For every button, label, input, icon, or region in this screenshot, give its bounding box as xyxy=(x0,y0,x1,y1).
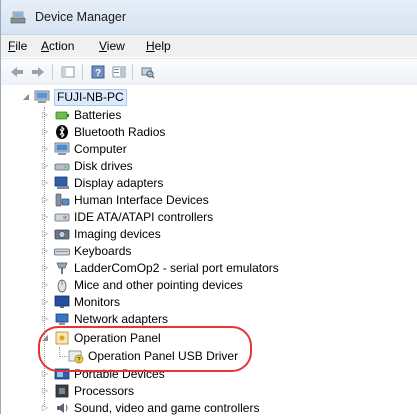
battery-icon xyxy=(55,111,69,120)
menu-file[interactable]: File xyxy=(8,39,27,53)
forward-arrow-icon[interactable] xyxy=(29,63,47,81)
network-adapter-icon xyxy=(55,313,69,325)
expand-arrow-icon[interactable]: ▷ xyxy=(40,208,50,226)
tree-item-human-interface-devices[interactable]: ▷ Human Interface Devices xyxy=(40,191,340,209)
highlight-annotation xyxy=(38,326,252,372)
tree-root[interactable]: ◢ FUJI-NB-PC xyxy=(21,88,221,106)
scan-hardware-icon[interactable] xyxy=(138,63,156,81)
tree-item-laddercomop2[interactable]: ▷ LadderComOp2 - serial port emulators xyxy=(40,259,340,277)
toolbar-separator xyxy=(82,64,83,80)
expand-arrow-icon[interactable]: ▷ xyxy=(40,157,50,175)
menu-view[interactable]: View xyxy=(99,39,125,53)
tree-item-label: Imaging devices xyxy=(74,227,161,241)
tree-item-label: Sound, video and game controllers xyxy=(74,401,260,415)
processor-icon xyxy=(55,384,69,398)
tree-item-label: Monitors xyxy=(74,295,121,309)
expand-arrow-icon[interactable]: ▷ xyxy=(40,382,50,400)
monitor-icon xyxy=(54,295,70,308)
tree-item-ide-controllers[interactable]: ▷ IDE ATA/ATAPI controllers xyxy=(40,208,340,226)
tree-item-label: Batteries xyxy=(74,108,122,122)
expand-arrow-icon[interactable]: ▷ xyxy=(40,242,50,260)
menu-bar: File Action View Help xyxy=(1,35,417,57)
tree-item-label: Keyboards xyxy=(74,244,132,258)
tree-item-label: LadderComOp2 - serial port emulators xyxy=(74,261,279,275)
mouse-icon xyxy=(57,279,67,293)
tree-item-computer[interactable]: ▷ Computer xyxy=(40,140,340,158)
tree-item-label: Bluetooth Radios xyxy=(74,125,166,139)
tree-item-mice[interactable]: ▷ Mice and other pointing devices xyxy=(40,276,340,294)
toolbar: ? xyxy=(1,58,417,86)
tree-item-label: IDE ATA/ATAPI controllers xyxy=(74,210,214,224)
title-bar[interactable]: Device Manager xyxy=(1,0,417,35)
device-manager-window: Device Manager File Action View Help ? ◢… xyxy=(0,0,417,417)
tree-item-batteries[interactable]: ▷ Batteries xyxy=(40,106,340,124)
properties-icon[interactable] xyxy=(110,63,128,81)
display-adapter-icon xyxy=(54,176,69,189)
disk-drive-icon xyxy=(54,163,70,171)
toolbar-separator xyxy=(52,64,53,80)
tree-item-label: Processors xyxy=(74,384,135,398)
tree-item-sound-video-game[interactable]: ▷ Sound, video and game controllers xyxy=(40,399,360,417)
tree-item-label: Computer xyxy=(74,142,127,156)
camera-icon xyxy=(54,229,70,240)
expand-arrow-icon[interactable]: ▷ xyxy=(40,276,50,294)
tree-item-disk-drives[interactable]: ▷ Disk drives xyxy=(40,157,340,175)
tree-root-label: FUJI-NB-PC xyxy=(54,89,127,106)
tree-item-keyboards[interactable]: ▷ Keyboards xyxy=(40,242,340,260)
show-hide-tree-icon[interactable] xyxy=(59,63,77,81)
expand-arrow-icon[interactable]: ▷ xyxy=(40,191,50,209)
expand-arrow-icon[interactable]: ▷ xyxy=(40,293,50,311)
back-arrow-icon[interactable] xyxy=(8,63,26,81)
tree-item-label: Human Interface Devices xyxy=(74,193,209,207)
collapse-arrow-icon[interactable]: ◢ xyxy=(21,88,31,106)
tree-item-label: Display adapters xyxy=(74,176,164,190)
device-manager-icon xyxy=(10,11,26,24)
tree-item-label: Mice and other pointing devices xyxy=(74,278,243,292)
expand-arrow-icon[interactable]: ▷ xyxy=(40,123,50,141)
tree-item-processors[interactable]: ▷ Processors xyxy=(40,382,340,400)
toolbar-separator xyxy=(132,64,133,80)
tree-item-bluetooth-radios[interactable]: ▷ Bluetooth Radios xyxy=(40,123,340,141)
menu-action[interactable]: Action xyxy=(41,39,74,53)
help-icon[interactable]: ? xyxy=(89,63,107,81)
tree-item-display-adapters[interactable]: ▷ Display adapters xyxy=(40,174,340,192)
serial-port-icon xyxy=(56,262,68,274)
expand-arrow-icon[interactable]: ▷ xyxy=(40,225,50,243)
computer-icon xyxy=(34,90,50,103)
expand-arrow-icon[interactable]: ▷ xyxy=(40,140,50,158)
keyboard-icon xyxy=(54,248,70,256)
expand-arrow-icon[interactable]: ▷ xyxy=(40,399,50,417)
expand-arrow-icon[interactable]: ▷ xyxy=(40,310,50,328)
expand-arrow-icon[interactable]: ▷ xyxy=(40,106,50,124)
bluetooth-icon xyxy=(56,125,68,139)
ide-controller-icon xyxy=(54,213,70,222)
tree-item-monitors[interactable]: ▷ Monitors xyxy=(40,293,340,311)
expand-arrow-icon[interactable]: ▷ xyxy=(40,259,50,277)
menu-help[interactable]: Help xyxy=(146,39,171,53)
hid-icon xyxy=(55,193,70,207)
svg-text:?: ? xyxy=(95,68,101,79)
tree-item-imaging-devices[interactable]: ▷ Imaging devices xyxy=(40,225,340,243)
expand-arrow-icon[interactable]: ▷ xyxy=(40,174,50,192)
computer-icon xyxy=(54,142,70,155)
window-title: Device Manager xyxy=(35,10,127,24)
tree-item-label: Disk drives xyxy=(74,159,133,173)
